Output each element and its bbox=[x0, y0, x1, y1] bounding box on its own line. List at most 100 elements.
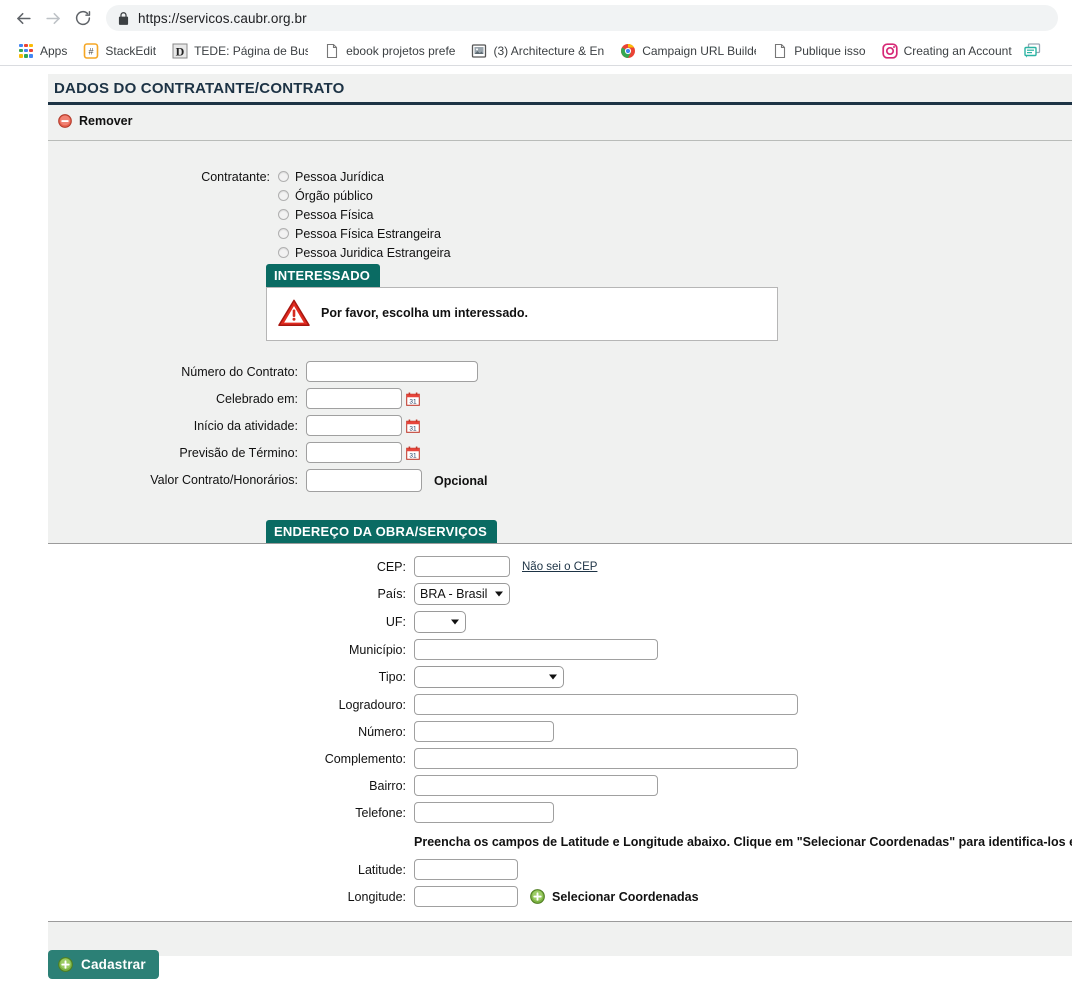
forward-arrow-icon[interactable] bbox=[38, 3, 68, 33]
bookmark-chat[interactable] bbox=[1020, 39, 1050, 63]
calendar-icon[interactable]: 31 bbox=[406, 392, 420, 406]
calendar-icon[interactable]: 31 bbox=[406, 419, 420, 433]
chrome-icon bbox=[620, 43, 636, 59]
address-bar[interactable]: https://servicos.caubr.org.br bbox=[106, 5, 1058, 31]
uf-select-wrap bbox=[414, 611, 466, 633]
numero-input[interactable] bbox=[414, 721, 554, 742]
telefone-label: Telefone: bbox=[355, 806, 406, 820]
numero-contrato-label: Número do Contrato: bbox=[181, 365, 298, 379]
bookmark-label: StackEdit bbox=[105, 43, 157, 58]
field-numero: Número: bbox=[48, 721, 1072, 742]
bookmark-creating-an-account[interactable]: Creating an Account bbox=[874, 39, 1020, 63]
radio-label: Órgão público bbox=[295, 188, 373, 203]
remover-row: Remover bbox=[48, 105, 1072, 141]
endereco-section: ENDEREÇO DA OBRA/SERVIÇOS CEP: Não sei o… bbox=[48, 520, 1072, 922]
previsao-termino-label: Previsão de Término: bbox=[179, 446, 298, 460]
bookmark-label: Apps bbox=[40, 43, 68, 58]
latitude-input[interactable] bbox=[414, 859, 518, 880]
stackedit-icon: # bbox=[83, 42, 99, 59]
field-valor-contrato: Valor Contrato/Honorários: Opcional bbox=[48, 469, 1072, 492]
bookmark-label: Campaign URL Builde bbox=[642, 43, 757, 58]
longitude-input[interactable] bbox=[414, 886, 518, 907]
field-numero-contrato: Número do Contrato: bbox=[48, 361, 1072, 382]
field-cep: CEP: Não sei o CEP bbox=[48, 556, 1072, 577]
contratante-group: Contratante: Pessoa Jurídica Órgão públi… bbox=[48, 141, 1072, 262]
bairro-input[interactable] bbox=[414, 775, 658, 796]
tipo-label: Tipo: bbox=[378, 670, 406, 684]
radio-dot-icon bbox=[278, 247, 289, 258]
field-logradouro: Logradouro: bbox=[48, 694, 1072, 715]
form-body: Contratante: Pessoa Jurídica Órgão públi… bbox=[48, 141, 1072, 956]
dados-contratante-panel: DADOS DO CONTRATANTE/CONTRATO Remover Co… bbox=[48, 74, 1072, 956]
svg-text:#: # bbox=[89, 46, 94, 56]
inicio-atividade-label: Início da atividade: bbox=[193, 419, 298, 433]
calendar-icon[interactable]: 31 bbox=[406, 446, 420, 460]
bookmark-apps[interactable]: Apps bbox=[10, 39, 75, 63]
lock-icon bbox=[118, 11, 129, 25]
field-longitude: Longitude: Selecionar Coordenadas bbox=[48, 886, 1072, 907]
celebrado-em-input[interactable] bbox=[306, 388, 402, 409]
celebrado-em-label: Celebrado em: bbox=[216, 392, 298, 406]
complemento-label: Complemento: bbox=[324, 752, 406, 766]
bookmark-label: Creating an Account bbox=[903, 43, 1012, 58]
telefone-input[interactable] bbox=[414, 802, 554, 823]
contrato-fields: Número do Contrato: Celebrado em: 31 Iní… bbox=[48, 361, 1072, 492]
complemento-input[interactable] bbox=[414, 748, 798, 769]
pais-select[interactable]: BRA - Brasil bbox=[414, 583, 510, 605]
field-complemento: Complemento: bbox=[48, 748, 1072, 769]
coordenadas-instruction: Preencha os campos de Latitude e Longitu… bbox=[414, 835, 1072, 849]
field-municipio: Município: bbox=[48, 639, 1072, 660]
bookmark-label: ebook projetos prefe bbox=[346, 43, 456, 58]
interessado-message: Por favor, escolha um interessado. bbox=[321, 306, 529, 320]
browser-toolbar: https://servicos.caubr.org.br bbox=[0, 0, 1072, 36]
bookmark-label: Publique isso bbox=[794, 43, 866, 58]
url-text: https://servicos.caubr.org.br bbox=[138, 10, 307, 26]
remover-button[interactable]: Remover bbox=[58, 114, 133, 128]
uf-select[interactable] bbox=[414, 611, 466, 633]
uf-label: UF: bbox=[385, 615, 406, 629]
radio-orgao-publico[interactable]: Órgão público bbox=[278, 186, 451, 205]
selecionar-coordenadas-label: Selecionar Coordenadas bbox=[552, 889, 699, 904]
selecionar-coordenadas-button[interactable]: Selecionar Coordenadas bbox=[530, 889, 699, 904]
logradouro-input[interactable] bbox=[414, 694, 798, 715]
bookmark-campaign-url-builder[interactable]: Campaign URL Builde bbox=[612, 39, 764, 63]
field-telefone: Telefone: bbox=[48, 802, 1072, 823]
radio-dot-icon bbox=[278, 190, 289, 201]
back-arrow-icon[interactable] bbox=[8, 3, 38, 33]
municipio-input[interactable] bbox=[414, 639, 658, 660]
reload-icon[interactable] bbox=[68, 3, 98, 33]
tipo-select-wrap bbox=[414, 666, 564, 688]
radio-pessoa-fisica-estrangeira[interactable]: Pessoa Física Estrangeira bbox=[278, 224, 451, 243]
bookmark-publique-isso[interactable]: Publique isso bbox=[764, 39, 873, 63]
field-bairro: Bairro: bbox=[48, 775, 1072, 796]
cep-label: CEP: bbox=[376, 560, 406, 574]
numero-contrato-input[interactable] bbox=[306, 361, 478, 382]
cadastrar-button[interactable]: Cadastrar bbox=[48, 950, 159, 979]
bookmark-stackedit[interactable]: # StackEdit bbox=[75, 39, 164, 63]
radio-pessoa-juridica-estrangeira[interactable]: Pessoa Juridica Estrangeira bbox=[278, 243, 451, 262]
page-title: DADOS DO CONTRATANTE/CONTRATO bbox=[48, 74, 1072, 105]
bookmark-ebook[interactable]: ebook projetos prefe bbox=[316, 39, 463, 63]
radio-pessoa-fisica[interactable]: Pessoa Física bbox=[278, 205, 451, 224]
valor-contrato-input[interactable] bbox=[306, 469, 422, 492]
interessado-section: INTERESSADO Por favor, escolha um intere… bbox=[266, 264, 1072, 341]
previsao-termino-input[interactable] bbox=[306, 442, 402, 463]
svg-text:31: 31 bbox=[409, 425, 417, 432]
minus-circle-icon bbox=[58, 114, 72, 128]
radio-dot-icon bbox=[278, 171, 289, 182]
radio-pessoa-juridica[interactable]: Pessoa Jurídica bbox=[278, 167, 451, 186]
field-latitude: Latitude: bbox=[48, 859, 1072, 880]
tede-icon: D bbox=[172, 43, 188, 59]
field-uf: UF: bbox=[48, 611, 1072, 633]
inicio-atividade-input[interactable] bbox=[306, 415, 402, 436]
contratante-label: Contratante: bbox=[201, 170, 270, 184]
cep-input[interactable] bbox=[414, 556, 510, 577]
field-inicio-atividade: Início da atividade: 31 bbox=[48, 415, 1072, 436]
tipo-select[interactable] bbox=[414, 666, 564, 688]
bookmark-label: TEDE: Página de Busc bbox=[194, 43, 309, 58]
cadastrar-label: Cadastrar bbox=[81, 957, 146, 972]
nao-sei-o-cep-link[interactable]: Não sei o CEP bbox=[522, 561, 597, 573]
municipio-label: Município: bbox=[349, 643, 406, 657]
bookmark-architecture[interactable]: (3) Architecture & En bbox=[463, 39, 612, 63]
bookmark-tede[interactable]: D TEDE: Página de Busc bbox=[164, 39, 316, 63]
